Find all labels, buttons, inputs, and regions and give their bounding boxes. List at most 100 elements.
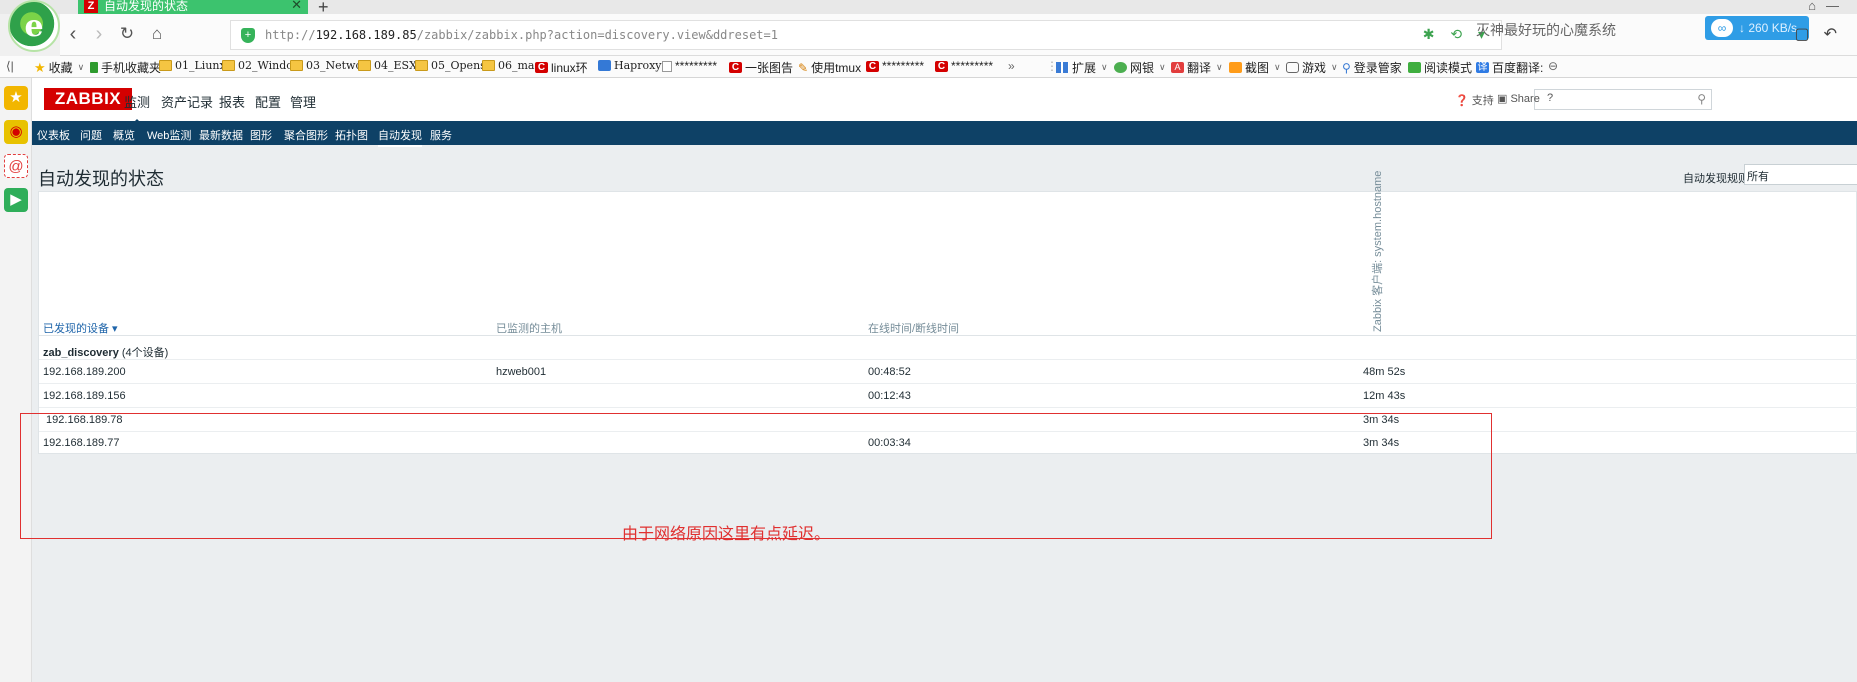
bookmark-item[interactable]: 06_mac bbox=[482, 59, 541, 72]
bookmark-item[interactable]: C ********* bbox=[866, 59, 924, 73]
tab-active[interactable]: Z 自动发现的状态 ✕ bbox=[78, 0, 308, 14]
sidebar-toggle-icon[interactable]: ⟨| bbox=[6, 59, 14, 73]
video-icon[interactable]: ▶ bbox=[4, 188, 28, 212]
group-row: zab_discovery (4个设备) bbox=[43, 347, 169, 359]
submenu-problems[interactable]: 问题 bbox=[80, 127, 102, 143]
bookmark-item[interactable]: 04_ESXI bbox=[358, 59, 421, 72]
submenu-screens[interactable]: 聚合图形 bbox=[284, 127, 328, 143]
extension-item[interactable]: A 翻译 ∨ bbox=[1171, 59, 1223, 76]
extension-item[interactable]: 阅读模式 bbox=[1408, 59, 1472, 76]
extension-item[interactable]: 游戏 ∨ bbox=[1286, 59, 1338, 76]
folder-icon bbox=[358, 60, 371, 71]
help-icon[interactable]: ? bbox=[1547, 92, 1553, 104]
menu-monitoring[interactable]: 监测 bbox=[124, 92, 150, 124]
menu-administration[interactable]: 管理 bbox=[290, 92, 316, 111]
table-cell-device: 192.168.189.200 bbox=[43, 366, 126, 378]
submenu-web[interactable]: Web监测 bbox=[147, 127, 191, 143]
submenu-dashboard[interactable]: 仪表板 bbox=[37, 127, 70, 143]
submenu-graphs[interactable]: 图形 bbox=[250, 127, 272, 143]
menu-reports[interactable]: 报表 bbox=[219, 92, 245, 111]
zabbix-header: ZABBIX 监测 资产记录 报表 配置 管理 ⚲ ❓ 支持 ▣ Share ? bbox=[32, 78, 1857, 124]
shield-icon: + bbox=[241, 28, 255, 43]
download-speed-badge[interactable]: ∞ ↓ 260 KB/s bbox=[1705, 16, 1809, 40]
extension-item[interactable]: 网银 ∨ bbox=[1114, 59, 1166, 76]
bookmark-item[interactable]: 01_Liunx bbox=[159, 59, 226, 72]
zabbix-logo[interactable]: ZABBIX bbox=[44, 88, 132, 110]
submenu-discovery[interactable]: 自动发现 bbox=[378, 127, 422, 147]
browser-logo-icon[interactable]: e bbox=[8, 0, 60, 52]
home-icon[interactable]: ⌂ bbox=[144, 21, 170, 47]
submenu-maps[interactable]: 拓扑图 bbox=[335, 127, 368, 143]
divider bbox=[39, 335, 1857, 336]
table-cell-uptime: 00:48:52 bbox=[868, 366, 911, 378]
table-cell-uptime: 00:12:43 bbox=[868, 390, 911, 402]
extension-item[interactable]: ⚲ 登录管家 bbox=[1342, 59, 1402, 76]
search-input[interactable]: ⚲ bbox=[1534, 89, 1712, 110]
weibo-icon[interactable]: ◉ bbox=[4, 120, 28, 144]
url-text[interactable]: http://192.168.189.85/zabbix/zabbix.php?… bbox=[265, 28, 778, 42]
discovery-rule-select[interactable]: 所有 bbox=[1744, 164, 1857, 185]
bookmark-item[interactable]: Clinux环 bbox=[535, 59, 588, 76]
annotation-text: 由于网络原因这里有点延迟。 bbox=[622, 524, 831, 543]
extension-item[interactable]: 扩展 ∨ bbox=[1056, 59, 1108, 76]
bookmark-item[interactable]: 05_Openst bbox=[415, 59, 490, 72]
mail-icon[interactable]: @ bbox=[4, 154, 28, 178]
submenu-services[interactable]: 服务 bbox=[430, 127, 452, 143]
folder-icon bbox=[159, 60, 172, 71]
bookmark-item[interactable]: ★ 收藏 ∨ bbox=[34, 59, 84, 76]
menu-configuration[interactable]: 配置 bbox=[255, 92, 281, 111]
phone-icon bbox=[90, 62, 98, 73]
folder-icon bbox=[482, 60, 495, 71]
book-icon bbox=[1408, 62, 1421, 73]
divider bbox=[39, 359, 1857, 360]
search-icon[interactable]: ⚲ bbox=[1697, 92, 1706, 106]
table-cell-host[interactable]: hzweb001 bbox=[496, 366, 546, 378]
table-cell-check: 12m 43s bbox=[1363, 390, 1406, 402]
extension-item[interactable]: 截图 ∨ bbox=[1229, 59, 1281, 76]
star-icon: ★ bbox=[34, 59, 46, 75]
menu-inventory[interactable]: 资产记录 bbox=[161, 92, 213, 111]
close-icon[interactable]: ✕ bbox=[291, 0, 302, 11]
share-link[interactable]: ▣ Share bbox=[1497, 92, 1540, 105]
toolbar-right-icons[interactable]: ▢↶ bbox=[1794, 24, 1851, 44]
back-icon[interactable]: ‹ bbox=[60, 21, 86, 47]
submenu-overview[interactable]: 概览 bbox=[113, 127, 135, 143]
bank-icon bbox=[1114, 62, 1127, 73]
browser-sidebar: ★ ◉ @ ▶ bbox=[0, 78, 32, 682]
search-hint[interactable]: 灭神最好玩的心魔系统 bbox=[1476, 20, 1616, 40]
column-header-uptime: 在线时间/断线时间 bbox=[868, 323, 960, 335]
favorites-star-icon[interactable]: ★ bbox=[4, 86, 28, 110]
bookmark-item[interactable]: C ********* bbox=[935, 59, 993, 73]
column-header-device[interactable]: 已发现的设备 ▾ bbox=[43, 320, 118, 336]
divider bbox=[39, 407, 1857, 408]
bookmark-item[interactable]: 03_Networ bbox=[290, 59, 367, 72]
folder-icon bbox=[415, 60, 428, 71]
window-controls[interactable]: ⌂— bbox=[1808, 0, 1849, 13]
c-icon: C bbox=[935, 60, 948, 72]
game-icon bbox=[1286, 62, 1299, 73]
minus-icon[interactable]: ⊖ bbox=[1548, 59, 1558, 73]
support-link[interactable]: ❓ 支持 bbox=[1455, 92, 1494, 108]
bookmark-item[interactable]: ********* bbox=[662, 59, 717, 73]
more-bookmarks-icon[interactable]: » bbox=[1008, 59, 1015, 73]
column-header-check: Zabbix 客户端: system.hostname bbox=[1372, 170, 1384, 332]
pen-icon: ✎ bbox=[798, 60, 809, 75]
address-bar[interactable]: + http://192.168.189.85/zabbix/zabbix.ph… bbox=[230, 20, 1502, 50]
page-title: 自动发现的状态 bbox=[38, 169, 164, 189]
tab-strip: Z 自动发现的状态 ✕ + ⌂— bbox=[0, 0, 1857, 17]
bookmark-item[interactable]: ✎ 使用tmux bbox=[798, 59, 861, 76]
forward-icon[interactable]: › bbox=[86, 21, 112, 47]
table-cell-device: 192.168.189.156 bbox=[43, 390, 126, 402]
bookmark-item[interactable]: Haproxy bbox=[598, 59, 662, 72]
cloud-icon: ∞ bbox=[1711, 19, 1733, 37]
extension-item[interactable]: 译百度翻译: bbox=[1476, 59, 1543, 76]
divider bbox=[39, 383, 1857, 384]
folder-icon bbox=[290, 60, 303, 71]
reload-icon[interactable]: ↻ bbox=[114, 21, 140, 47]
submenu-latest-data[interactable]: 最新数据 bbox=[199, 127, 243, 143]
page-icon bbox=[662, 60, 672, 72]
bookmark-item[interactable]: C 一张图告 bbox=[729, 59, 793, 76]
bookmark-item[interactable]: 手机收藏夹 bbox=[90, 59, 161, 76]
column-header-host: 已监测的主机 bbox=[496, 323, 562, 335]
translate-icon: 译 bbox=[1476, 62, 1489, 73]
